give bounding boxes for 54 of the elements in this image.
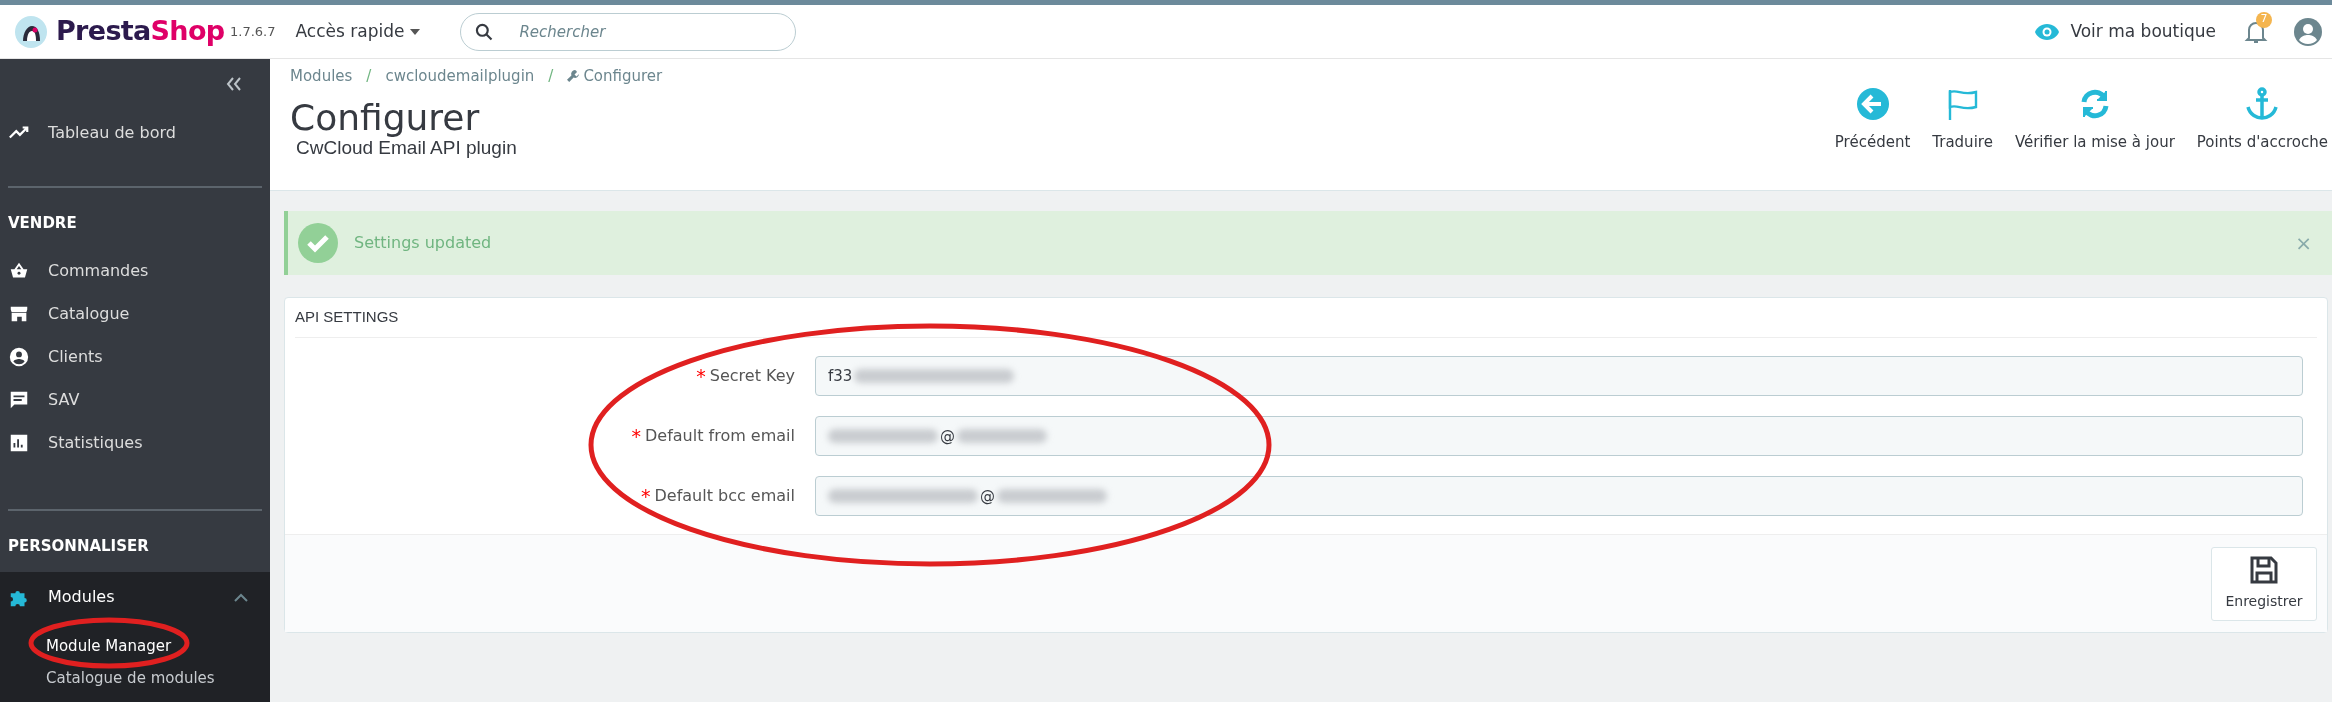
eye-icon	[2034, 22, 2061, 41]
field-label: Secret Key	[709, 365, 795, 387]
caret-icon	[410, 28, 421, 35]
required-mark: *	[631, 423, 641, 449]
sidebar-item[interactable]: Modules	[0, 572, 270, 622]
avatar-icon[interactable]	[2294, 17, 2322, 46]
page-title: Configurer	[290, 97, 481, 138]
sidebar-item[interactable]: SAV	[8, 378, 262, 422]
anchor-icon	[2245, 87, 2280, 121]
breadcrumb-link[interactable]: Modules	[290, 65, 353, 88]
save-button[interactable]: Enregistrer	[2211, 546, 2317, 621]
breadcrumb-separator: /	[548, 66, 554, 87]
toolbar-button[interactable]: Traduire	[1932, 87, 1993, 154]
toolbar-button[interactable]: Points d'accroche	[2196, 87, 2328, 154]
field-value: @	[940, 425, 955, 447]
chart-icon	[8, 432, 30, 454]
field-value: f33	[828, 365, 853, 387]
wrench-icon	[567, 70, 580, 83]
alert-message: Settings updated	[354, 232, 492, 254]
breadcrumb-link[interactable]: Configurer	[583, 65, 663, 88]
submenu-item[interactable]: Module Manager	[0, 630, 270, 662]
sidebar-item[interactable]: Tableau de bord	[0, 108, 270, 158]
sidebar-item[interactable]: Catalogue	[8, 292, 262, 336]
field-value: @	[980, 485, 995, 507]
submenu-item[interactable]: Catalogue de modules	[0, 662, 270, 694]
check-icon	[298, 223, 338, 263]
search-icon	[474, 21, 495, 42]
page-subtitle: CwCloud Email API plugin	[296, 136, 518, 160]
input-field[interactable]: @	[815, 476, 2303, 516]
section-heading: PERSONNALISER	[8, 535, 150, 557]
input-field[interactable]: @	[815, 416, 2303, 456]
version-label: 1.7.6.7	[230, 22, 276, 41]
view-shop-link[interactable]: Voir ma boutique	[2070, 18, 2216, 45]
logo-text: PrestaShop	[56, 14, 225, 49]
breadcrumb-separator: /	[366, 66, 372, 87]
input-field[interactable]: f33	[815, 356, 2303, 396]
notification-badge: 7	[2256, 11, 2272, 28]
logo-icon	[14, 14, 48, 49]
field-label: Default from email	[645, 425, 795, 447]
toolbar-button[interactable]: Vérifier la mise à jour	[2014, 87, 2175, 154]
search-field[interactable]: Rechercher	[460, 12, 797, 51]
person-icon	[8, 346, 30, 368]
required-mark: *	[641, 483, 651, 509]
sidebar-item[interactable]: Clients	[8, 335, 262, 379]
required-mark: *	[696, 363, 706, 389]
sidebar-item[interactable]: Statistiques	[8, 421, 262, 465]
section-heading: VENDRE	[8, 213, 78, 234]
field-label: Default bcc email	[654, 485, 795, 507]
breadcrumb-link[interactable]: cwcloudemailplugin	[385, 65, 535, 88]
panel-title: API SETTINGS	[295, 298, 2317, 338]
quick-access-menu[interactable]: Accès rapide	[295, 18, 421, 45]
collapse-icon[interactable]	[226, 76, 242, 91]
toolbar-button[interactable]: Précédent	[1834, 87, 1911, 154]
sidebar-item[interactable]: Commandes	[8, 249, 262, 293]
